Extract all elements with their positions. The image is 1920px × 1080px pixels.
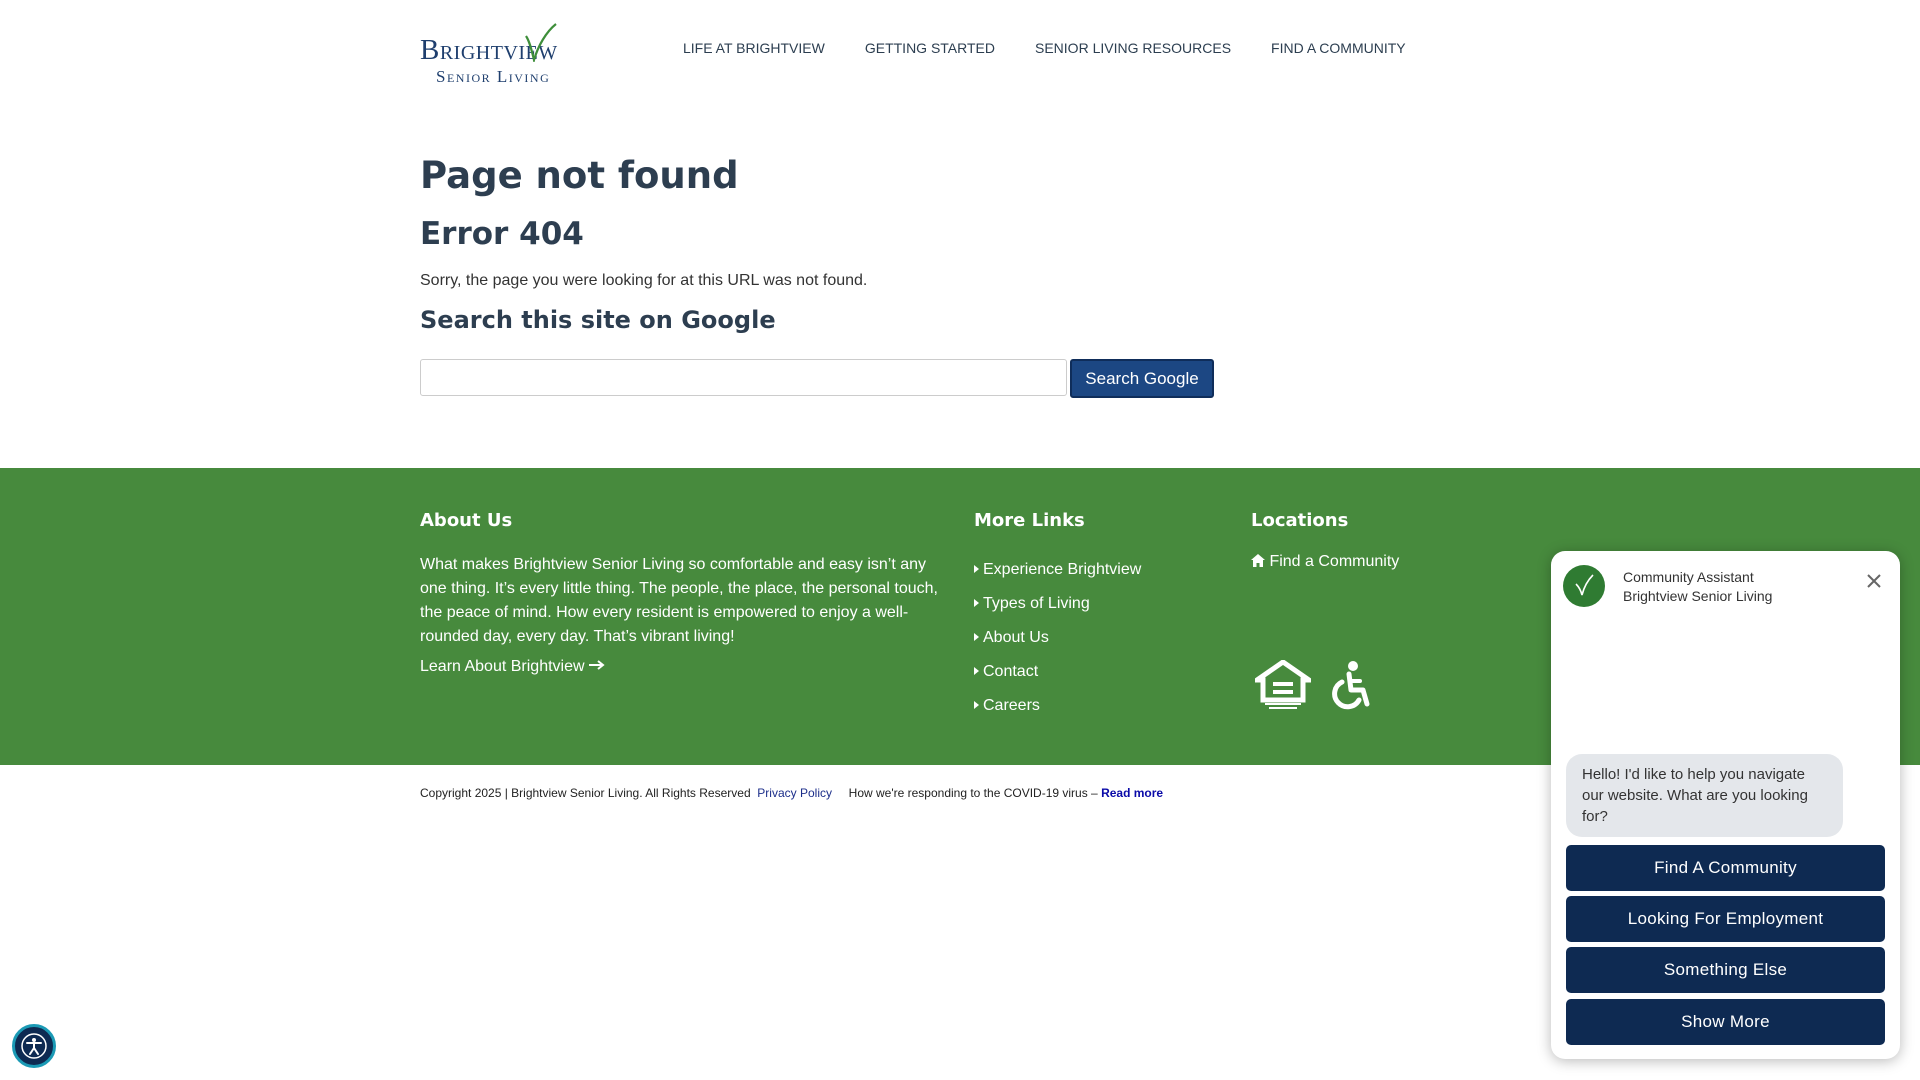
find-a-community-link[interactable]: Find a Community <box>1251 553 1399 570</box>
list-item: Types of Living <box>974 587 1141 621</box>
find-a-community-label: Find a Community <box>1269 553 1400 570</box>
footer-more-links: More Links Experience Brightview Types o… <box>974 510 1141 723</box>
list-item: Careers <box>974 689 1141 723</box>
link-types-of-living[interactable]: Types of Living <box>983 595 1090 612</box>
more-links-heading: More Links <box>974 510 1085 531</box>
wheelchair-icon <box>1332 661 1370 710</box>
link-about-us[interactable]: About Us <box>983 629 1049 646</box>
link-careers[interactable]: Careers <box>983 697 1040 714</box>
error-heading: Error 404 <box>420 216 584 252</box>
close-icon[interactable] <box>1866 573 1882 589</box>
home-icon <box>1251 554 1265 567</box>
caret-right-icon <box>974 599 979 607</box>
list-item: About Us <box>974 621 1141 655</box>
main-nav: LIFE AT BRIGHTVIEW GETTING STARTED SENIO… <box>683 40 1446 56</box>
nav-senior-living-resources[interactable]: SENIOR LIVING RESOURCES <box>1035 40 1231 56</box>
caret-right-icon <box>974 701 979 709</box>
chat-title-line2: Brightview Senior Living <box>1623 588 1773 604</box>
chat-title-line1: Community Assistant <box>1623 569 1754 585</box>
more-links-list: Experience Brightview Types of Living Ab… <box>974 553 1141 723</box>
read-more-link[interactable]: Read more <box>1101 786 1163 800</box>
arrow-right-icon <box>589 660 605 670</box>
learn-about-label: Learn About Brightview <box>420 658 585 675</box>
chat-title: Community Assistant Brightview Senior Li… <box>1623 568 1772 606</box>
nav-find-a-community[interactable]: FIND A COMMUNITY <box>1271 40 1406 56</box>
option-show-more[interactable]: Show More <box>1566 999 1885 1045</box>
logo-subtitle: Senior Living <box>436 67 551 86</box>
list-item: Experience Brightview <box>974 553 1141 587</box>
page-title: Page not found <box>420 154 739 197</box>
list-item: Contact <box>974 655 1141 689</box>
caret-right-icon <box>974 565 979 573</box>
about-text: What makes Brightview Senior Living so c… <box>420 556 938 645</box>
logo-leaf-icon <box>525 23 557 62</box>
copyright-text: Copyright 2025 | Brightview Senior Livin… <box>420 786 751 800</box>
search-heading: Search this site on Google <box>420 306 776 334</box>
covid-notice: How we're responding to the COVID-19 vir… <box>848 786 1098 800</box>
chat-message: Hello! I'd like to help you navigate our… <box>1566 754 1843 837</box>
option-looking-for-employment[interactable]: Looking For Employment <box>1566 896 1885 942</box>
chat-avatar <box>1563 565 1605 607</box>
site-header: Brightview Senior Living LIFE AT BRIGHTV… <box>0 0 1920 110</box>
equal-housing-icon <box>1255 660 1311 709</box>
copyright-bar: Copyright 2025 | Brightview Senior Livin… <box>420 786 1163 800</box>
link-experience-brightview[interactable]: Experience Brightview <box>983 561 1141 578</box>
search-google-button[interactable]: Search Google <box>1070 359 1214 398</box>
caret-right-icon <box>974 667 979 675</box>
footer-about: About Us What makes Brightview Senior Li… <box>420 510 950 676</box>
chat-widget: Community Assistant Brightview Senior Li… <box>1551 551 1900 1059</box>
about-heading: About Us <box>420 510 513 531</box>
leaf-check-icon <box>1575 574 1594 596</box>
error-message: Sorry, the page you were looking for at … <box>420 272 868 289</box>
privacy-policy-link[interactable]: Privacy Policy <box>757 786 832 800</box>
nav-life-at-brightview[interactable]: LIFE AT BRIGHTVIEW <box>683 40 825 56</box>
brightview-logo[interactable]: Brightview Senior Living <box>420 22 580 86</box>
accessibility-icon <box>21 1033 47 1059</box>
footer-locations: Locations Find a Community <box>1251 510 1399 571</box>
link-contact[interactable]: Contact <box>983 663 1038 680</box>
nav-getting-started[interactable]: GETTING STARTED <box>865 40 995 56</box>
option-something-else[interactable]: Something Else <box>1566 947 1885 993</box>
google-search-input[interactable] <box>420 359 1067 396</box>
accessibility-button[interactable] <box>12 1024 56 1068</box>
locations-heading: Locations <box>1251 510 1349 531</box>
option-find-a-community[interactable]: Find A Community <box>1566 845 1885 891</box>
caret-right-icon <box>974 633 979 641</box>
learn-about-link[interactable]: Learn About Brightview <box>420 658 950 676</box>
compliance-badges <box>1255 660 1371 710</box>
